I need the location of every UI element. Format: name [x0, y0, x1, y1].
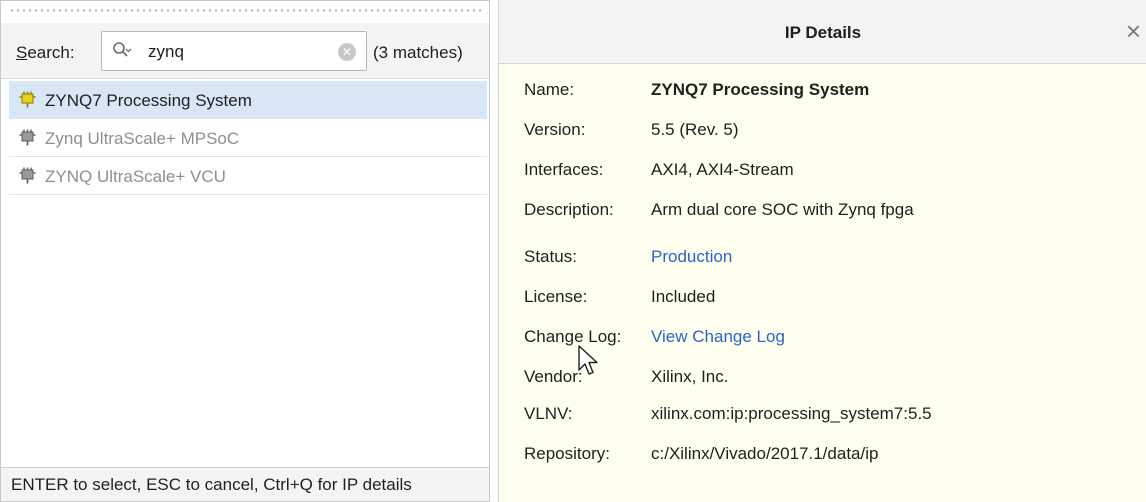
- prop-value: ZYNQ7 Processing System: [651, 80, 870, 99]
- mouse-pointer-icon: [578, 345, 598, 375]
- list-item-label: Zynq UltraScale+ MPSoC: [45, 129, 240, 148]
- ip-details-panel: IP Details × Name: ZYNQ7 Processing Syst…: [498, 0, 1146, 502]
- details-header: IP Details ×: [499, 0, 1146, 64]
- prop-value: 5.5 (Rev. 5): [651, 120, 739, 139]
- list-item[interactable]: Zynq UltraScale+ MPSoC: [9, 119, 487, 157]
- prop-value: Xilinx, Inc.: [651, 367, 729, 386]
- prop-key: VLNV:: [524, 404, 573, 423]
- panel-drag-grip[interactable]: [9, 8, 481, 13]
- clear-search-icon[interactable]: ✕: [338, 43, 356, 61]
- keyboard-hint-bar: ENTER to select, ESC to cancel, Ctrl+Q f…: [1, 467, 489, 501]
- ip-results-list: ZYNQ7 Processing System Zynq UltraScale+…: [9, 81, 487, 195]
- search-input-value[interactable]: zynq: [148, 42, 184, 62]
- prop-key: License:: [524, 287, 588, 306]
- prop-key: Vendor:: [524, 367, 583, 386]
- prop-key: Change Log:: [524, 327, 622, 346]
- list-item-label: ZYNQ7 Processing System: [45, 91, 252, 110]
- search-icon[interactable]: [112, 41, 132, 61]
- prop-key: Interfaces:: [524, 160, 604, 179]
- match-count: (3 matches): [373, 43, 463, 62]
- prop-value: c:/Xilinx/Vivado/2017.1/data/ip: [651, 444, 879, 463]
- prop-key: Description:: [524, 200, 614, 219]
- search-input[interactable]: zynq ✕: [101, 31, 367, 71]
- prop-value: AXI4, AXI4-Stream: [651, 160, 794, 179]
- prop-value: Arm dual core SOC with Zynq fpga: [651, 200, 914, 219]
- prop-key: Repository:: [524, 444, 610, 463]
- prop-value: xilinx.com:ip:processing_system7:5.5: [651, 404, 932, 423]
- list-item-label: ZYNQ UltraScale+ VCU: [45, 167, 226, 186]
- prop-key: Status:: [524, 247, 577, 266]
- ip-core-icon: [19, 91, 36, 108]
- list-item[interactable]: ZYNQ UltraScale+ VCU: [9, 157, 487, 195]
- prop-key: Name:: [524, 80, 575, 99]
- status-link[interactable]: Production: [651, 247, 732, 267]
- ip-search-panel: Search: zynq ✕ (3 matches) ZYNQ7 Process…: [0, 0, 490, 502]
- prop-value: Included: [651, 287, 716, 306]
- ip-core-icon: [19, 167, 36, 184]
- prop-key: Version:: [524, 120, 586, 139]
- close-icon[interactable]: ×: [1126, 18, 1141, 44]
- view-change-log-link[interactable]: View Change Log: [651, 327, 785, 347]
- search-label: Search:: [16, 43, 75, 62]
- search-row: Search: zynq ✕ (3 matches): [1, 23, 489, 79]
- ip-core-icon: [19, 129, 36, 146]
- details-title: IP Details: [784, 23, 862, 42]
- list-item[interactable]: ZYNQ7 Processing System: [9, 81, 487, 119]
